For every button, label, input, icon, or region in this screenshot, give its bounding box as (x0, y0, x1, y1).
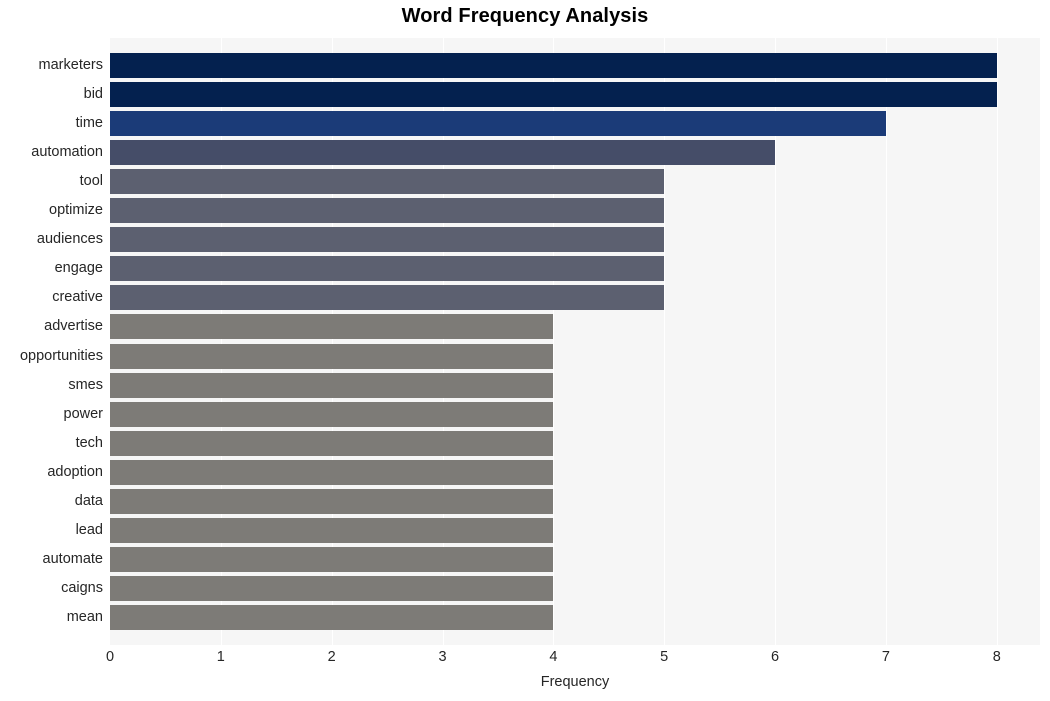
bar (110, 517, 554, 543)
bar (110, 53, 997, 79)
bar (110, 111, 886, 137)
y-axis-tick-label: opportunities (19, 347, 103, 364)
x-axis-tick-label: 0 (105, 649, 115, 665)
y-axis-tick-label: automation (31, 144, 103, 161)
bar (110, 546, 554, 572)
gridline-x-7 (885, 38, 887, 645)
x-axis-label: Frequency (540, 674, 610, 690)
x-axis-tick-label: 7 (881, 649, 890, 665)
x-axis-tick-label: 2 (327, 649, 336, 665)
y-axis-tick-label: engage (54, 260, 103, 277)
bar (110, 198, 665, 224)
y-axis-tick-label: tool (79, 173, 103, 190)
y-axis-tick-label: automate (42, 550, 103, 567)
bar (110, 604, 554, 630)
gridline-x-8 (996, 38, 998, 645)
word-frequency-chart-figure: Word Frequency Analysis marketers bid time… (0, 0, 1050, 701)
y-axis-tick-label: lead (75, 521, 103, 538)
bar (110, 343, 554, 369)
y-axis-tick-label: caigns (61, 579, 103, 596)
bar (110, 82, 997, 108)
x-axis-tick-label: 4 (549, 649, 558, 665)
bar (110, 430, 554, 456)
x-axis-tick-label: 3 (438, 649, 447, 665)
y-axis-tick-label: time (75, 115, 103, 132)
bar (110, 140, 776, 166)
y-axis-tick-label: audiences (36, 231, 103, 248)
y-axis-tick-label: advertise (44, 318, 103, 335)
bar (110, 459, 554, 485)
x-axis-tick-labels: 0 1 2 3 4 5 6 7 8 (0, 649, 1050, 671)
y-axis-tick-label: bid (83, 86, 103, 103)
bar (110, 575, 554, 601)
bar (110, 314, 554, 340)
x-axis-tick-label: 5 (660, 649, 669, 665)
x-axis-tick-label: 8 (992, 649, 1001, 665)
bar (110, 227, 665, 253)
y-axis-tick-label: mean (66, 608, 103, 625)
bar (110, 488, 554, 514)
y-axis-tick-label: optimize (49, 202, 103, 219)
plot-area (110, 38, 1040, 645)
chart-title: Word Frequency Analysis (401, 5, 649, 27)
bar (110, 401, 554, 427)
bar (110, 285, 665, 311)
y-axis-tick-label: tech (75, 434, 103, 451)
y-axis-tick-label: power (63, 405, 104, 422)
y-axis-tick-label: creative (52, 289, 103, 306)
x-axis-tick-label: 1 (216, 649, 225, 665)
y-axis-tick-labels: marketers bid time automation tool optimize au… (0, 38, 103, 645)
y-axis-tick-label: data (74, 492, 103, 509)
bar (110, 169, 665, 195)
bar (110, 372, 554, 398)
y-axis-tick-label: smes (68, 376, 103, 393)
y-axis-tick-label: marketers (38, 57, 103, 74)
y-axis-tick-label: adoption (47, 463, 103, 480)
bar (110, 256, 665, 282)
x-axis-tick-label: 6 (771, 649, 780, 665)
